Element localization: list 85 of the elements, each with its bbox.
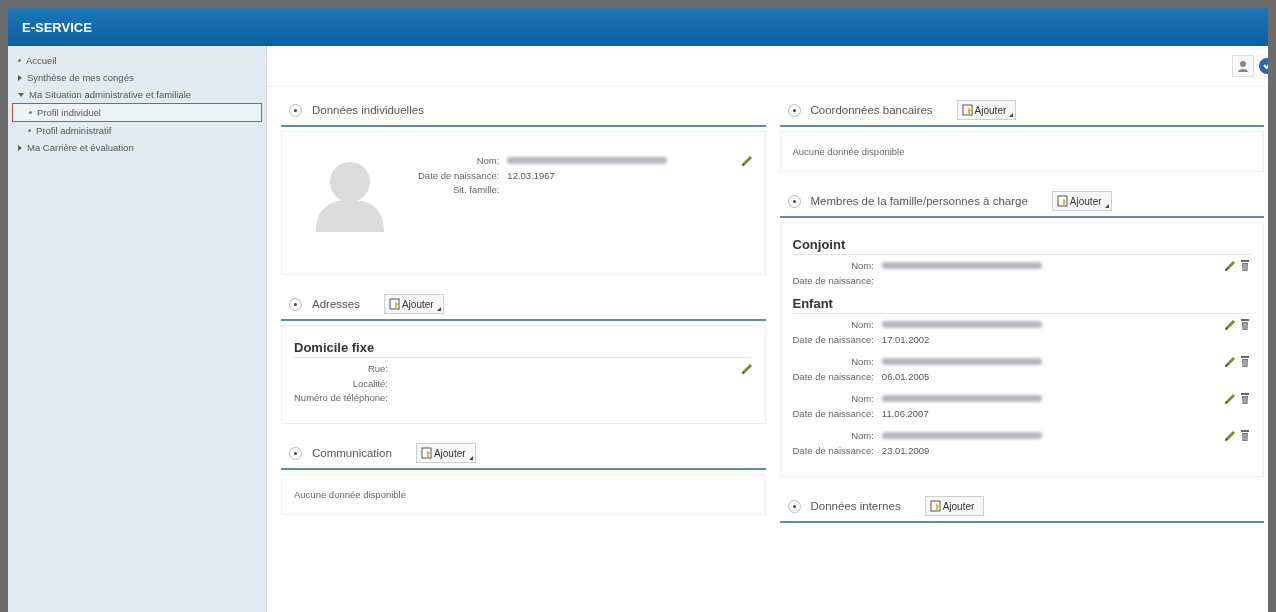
dropdown-mark xyxy=(1104,204,1109,208)
group-heading: Enfant xyxy=(792,296,834,311)
bullet-icon xyxy=(18,59,21,62)
item-label: Profil individuel xyxy=(37,107,101,118)
triangle-icon xyxy=(18,74,22,81)
pencil-icon[interactable] xyxy=(1223,392,1236,405)
field-label: Nom: xyxy=(850,393,874,404)
trash-icon[interactable] xyxy=(1239,355,1251,368)
trash-icon[interactable] xyxy=(1239,318,1251,331)
sidebar-item[interactable]: Ma Carrière et évaluation xyxy=(12,139,262,156)
field-value: 06.01.2005 xyxy=(881,371,930,382)
app-title: E-SERVICE xyxy=(22,19,92,35)
pencil-icon[interactable] xyxy=(1223,259,1236,272)
sidebar-item[interactable]: Profil individuel xyxy=(12,103,262,122)
note-icon xyxy=(420,447,432,459)
section-title: Données individuelles xyxy=(312,104,424,116)
field-label: Nom: xyxy=(850,430,874,441)
sidebar-item[interactable]: Accueil xyxy=(12,52,262,69)
user-button[interactable] xyxy=(1232,55,1254,77)
collapse-toggle[interactable] xyxy=(787,103,801,117)
field-label: Rue: xyxy=(366,363,388,374)
group-heading: Domicile fixe xyxy=(294,340,376,355)
pencil-icon[interactable] xyxy=(1223,355,1236,368)
empty-message: Aucune donnée disponible xyxy=(792,145,906,159)
item-label: Profil administratif xyxy=(36,125,112,136)
note-icon xyxy=(388,298,400,310)
note-icon xyxy=(1056,195,1068,207)
triangle-icon xyxy=(18,144,22,151)
pencil-icon[interactable] xyxy=(1223,318,1236,331)
note-icon xyxy=(929,500,941,512)
field-label: Nom: xyxy=(850,260,874,271)
bullet-icon xyxy=(29,111,32,114)
field-label: Nom: xyxy=(850,319,874,330)
sidebar-item[interactable]: Ma Situation administrative et familiale xyxy=(12,86,262,103)
pencil-icon[interactable] xyxy=(739,362,753,375)
section-title: Adresses xyxy=(312,298,360,310)
field-label: Numéro de téléphone: xyxy=(294,392,388,403)
dropdown-mark xyxy=(468,456,473,460)
sidebar-item[interactable]: Profil administratif xyxy=(12,122,262,139)
field-value: 17.01.2002 xyxy=(881,334,930,345)
field-label: Nom: xyxy=(850,356,874,367)
item-label: Ma Carrière et évaluation xyxy=(27,142,134,153)
field-label: Date de naissance: xyxy=(792,371,874,382)
field-label: Localité: xyxy=(351,378,388,389)
section-title: Coordonnées bancaires xyxy=(810,104,933,116)
field-label: Date de naissance: xyxy=(792,445,874,456)
item-label: Synthèse de mes congés xyxy=(27,72,134,83)
section-title: Communication xyxy=(312,447,392,459)
field-label: Date de naissance: xyxy=(792,275,874,286)
field-label: Sit. famille: xyxy=(451,184,500,195)
collapse-toggle[interactable] xyxy=(289,446,302,460)
collapse-toggle[interactable] xyxy=(787,499,801,513)
bullet-icon xyxy=(28,129,31,132)
collapse-toggle[interactable] xyxy=(787,194,801,208)
field-label: Nom: xyxy=(475,155,500,166)
trash-icon[interactable] xyxy=(1239,392,1251,405)
pencil-icon[interactable] xyxy=(739,154,753,167)
collapse-toggle[interactable] xyxy=(289,297,302,311)
item-label: Ma Situation administrative et familiale xyxy=(29,89,192,100)
trash-icon[interactable] xyxy=(1239,429,1251,442)
add-button[interactable]: Ajouter xyxy=(956,100,1017,120)
field-label: Date de naissance: xyxy=(792,334,874,345)
sidebar-item[interactable]: Synthèse de mes congés xyxy=(12,69,262,86)
field-value: 23.01.2009 xyxy=(881,445,930,456)
add-button[interactable]: Ajouter xyxy=(924,496,985,516)
section-title: Membres de la famille/personnes à charge xyxy=(810,195,1028,207)
triangle-icon xyxy=(18,92,24,97)
pencil-icon[interactable] xyxy=(1223,429,1236,442)
field-label: Date de naissance: xyxy=(792,408,874,419)
section-title: Données internes xyxy=(810,500,901,512)
field-value: 12.03.1967 xyxy=(507,170,555,181)
dropdown-mark xyxy=(1009,113,1014,117)
person-icon xyxy=(1237,59,1249,73)
dropdown-mark xyxy=(436,307,441,311)
trash-icon[interactable] xyxy=(1239,259,1251,272)
add-button[interactable]: Ajouter xyxy=(415,443,476,463)
field-label: Date de naissance: xyxy=(418,170,500,181)
note-icon xyxy=(961,104,973,116)
item-label: Accueil xyxy=(26,55,57,66)
add-button[interactable]: Ajouter xyxy=(383,294,444,314)
empty-message: Aucune donnée disponible xyxy=(294,488,407,502)
group-heading: Conjoint xyxy=(792,237,847,252)
collapse-toggle[interactable] xyxy=(289,103,302,117)
add-button[interactable]: Ajouter xyxy=(1051,191,1112,211)
field-value: 11.06.2007 xyxy=(881,408,929,419)
